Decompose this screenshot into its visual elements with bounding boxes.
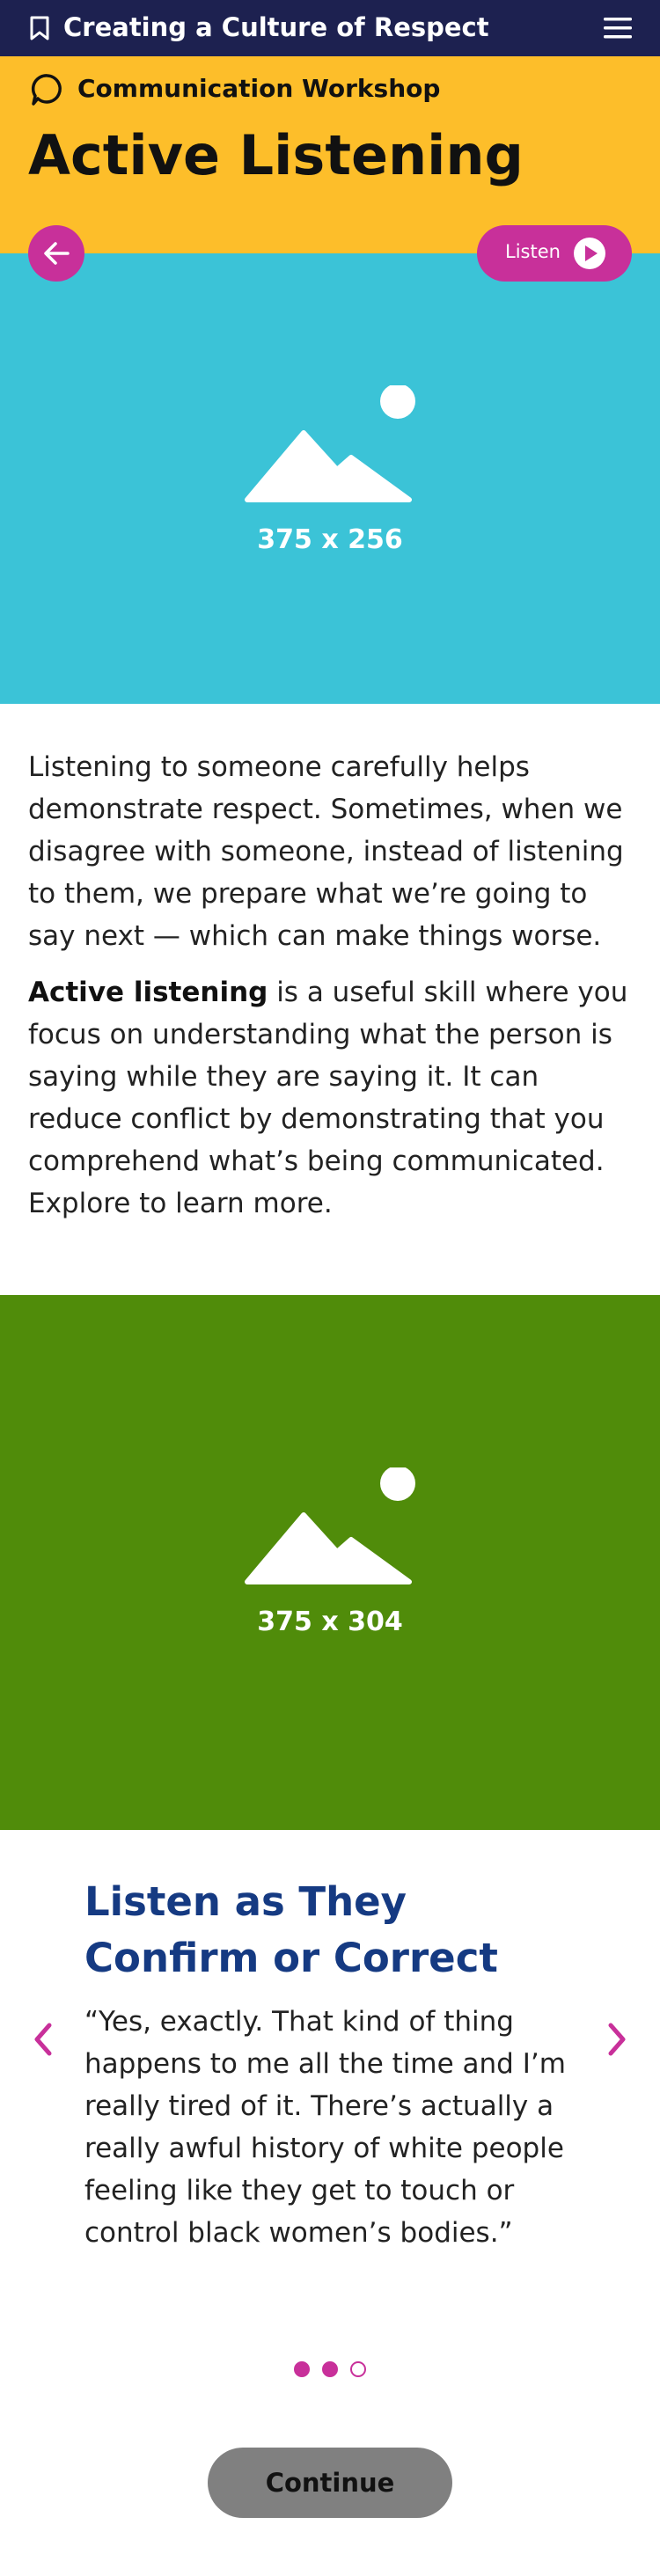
hamburger-menu-icon[interactable] — [604, 16, 632, 40]
bookmark-icon[interactable] — [30, 16, 49, 40]
listen-label: Listen — [505, 241, 561, 262]
continue-button[interactable]: Continue — [208, 2448, 452, 2518]
intro-paragraph-1: Listening to someone carefully helps dem… — [28, 751, 624, 952]
play-icon — [574, 238, 605, 269]
section-image-placeholder: 375 x 304 — [0, 1295, 660, 1830]
listen-button[interactable]: Listen — [477, 225, 632, 282]
app-bar: Creating a Culture of Respect — [0, 0, 660, 56]
speech-bubble-icon — [31, 74, 62, 106]
intro-paragraph-2-text: is a useful skill where you focus on und… — [28, 977, 628, 1219]
chevron-right-icon[interactable] — [605, 2020, 630, 2059]
page-header: Communication Workshop Active Listening — [0, 56, 660, 253]
carousel-pagination — [294, 2361, 368, 2379]
arrow-left-icon — [44, 242, 70, 265]
page-title: Active Listening — [28, 123, 524, 187]
carousel-dot[interactable] — [294, 2361, 310, 2377]
active-listening-term: Active listening — [28, 977, 268, 1008]
carousel-dot[interactable] — [350, 2361, 366, 2377]
intro-paragraph-2: Active listening is a useful skill where… — [28, 971, 635, 1225]
intro-text: Listening to someone carefully helps dem… — [28, 746, 635, 1239]
back-button[interactable] — [28, 225, 84, 282]
hero-image-placeholder: 375 x 256 — [0, 253, 660, 704]
app-title: Creating a Culture of Respect — [63, 12, 489, 42]
carousel-title: Listen as They Confirm or Correct — [84, 1878, 498, 1981]
workshop-label: Communication Workshop — [77, 74, 441, 103]
carousel-dot[interactable] — [322, 2361, 338, 2377]
carousel-quote: “Yes, exactly. That kind of thing happen… — [84, 2006, 566, 2249]
chevron-left-icon[interactable] — [30, 2020, 55, 2059]
image-size-label: 375 x 256 — [257, 524, 403, 555]
image-placeholder-icon — [245, 385, 415, 502]
image-size-label: 375 x 304 — [257, 1606, 403, 1637]
image-placeholder-icon — [245, 1467, 415, 1584]
